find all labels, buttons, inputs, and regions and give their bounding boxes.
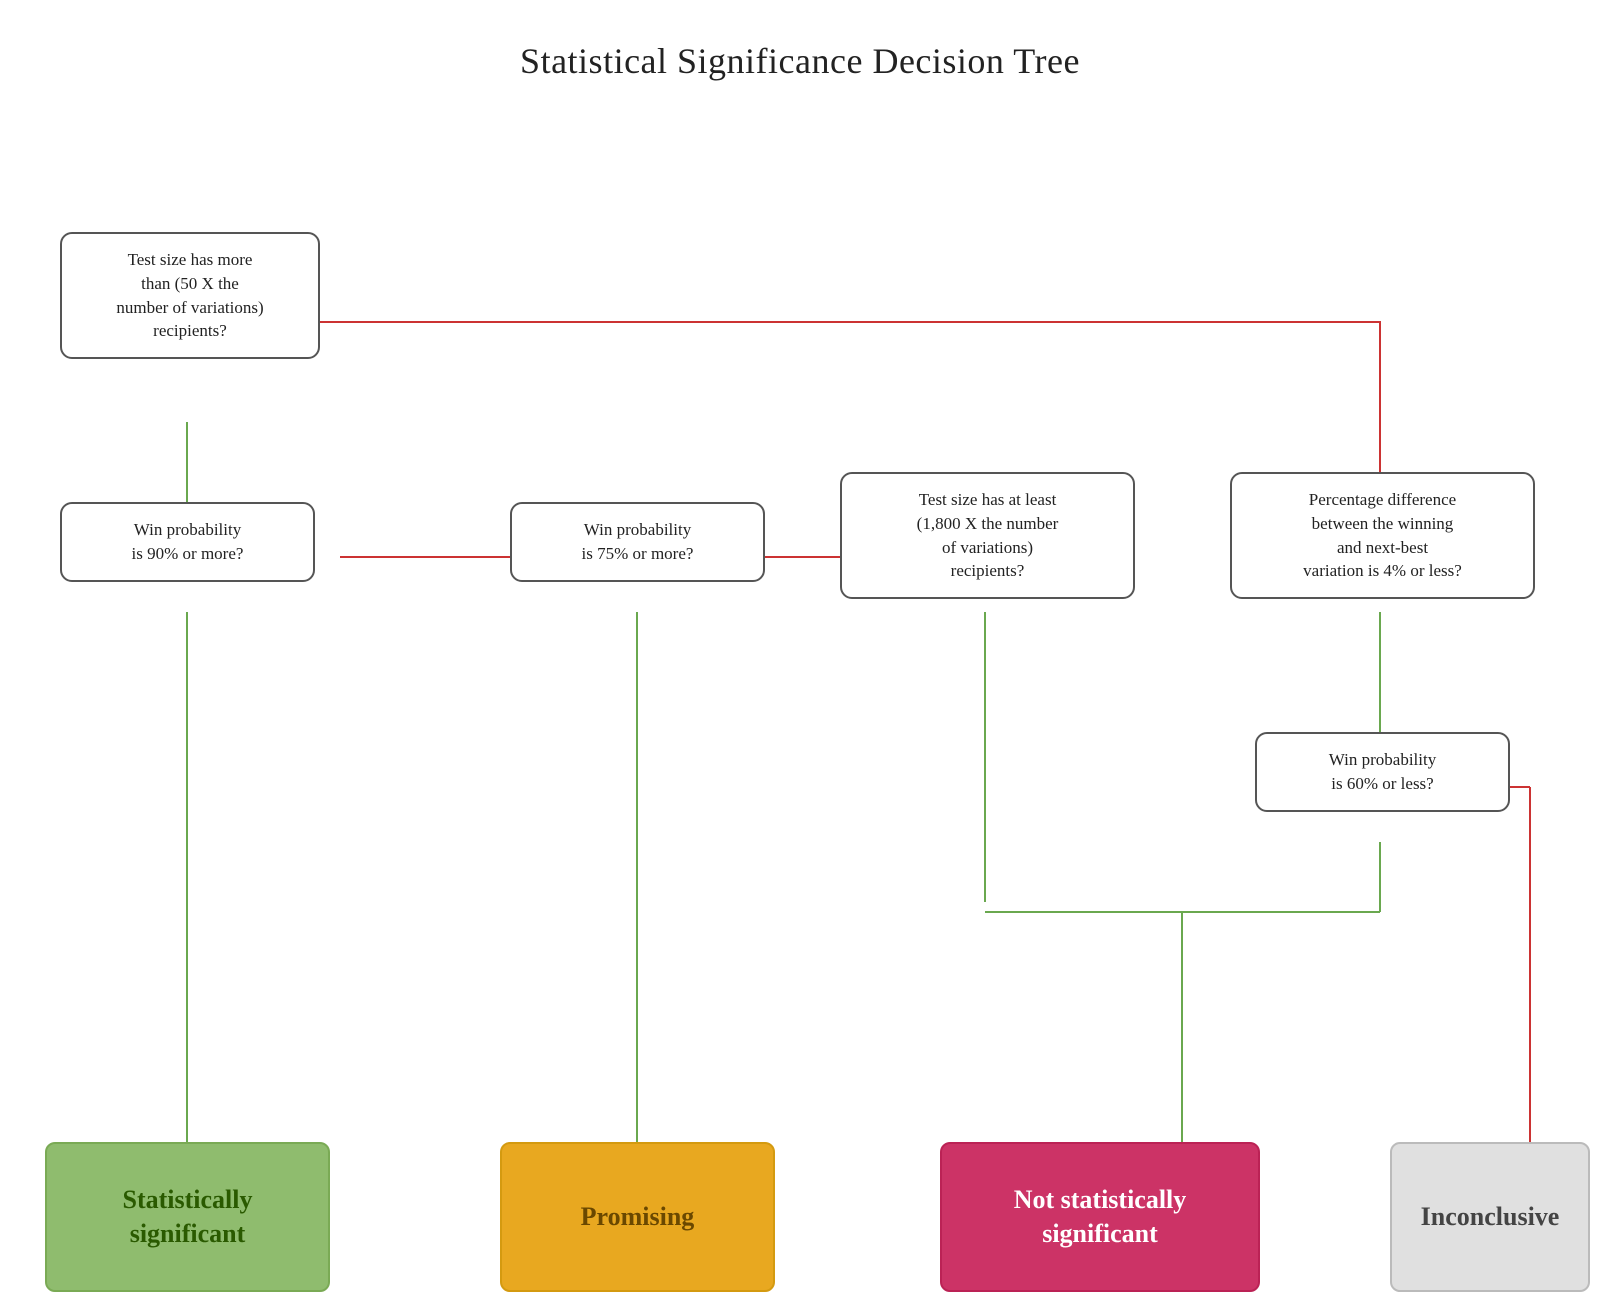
outcome-statistically-significant: Statisticallysignificant bbox=[45, 1142, 330, 1292]
node-win-prob-75: Win probabilityis 75% or more? bbox=[510, 502, 765, 582]
node-win-prob-60: Win probabilityis 60% or less? bbox=[1255, 732, 1510, 812]
outcome-promising: Promising bbox=[500, 1142, 775, 1292]
node-test-size-1800: Test size has at least(1,800 X the numbe… bbox=[840, 472, 1135, 599]
node-pct-diff: Percentage differencebetween the winning… bbox=[1230, 472, 1535, 599]
node-win-prob-90: Win probabilityis 90% or more? bbox=[60, 502, 315, 582]
node-test-size-50: Test size has morethan (50 X thenumber o… bbox=[60, 232, 320, 359]
outcome-inconclusive: Inconclusive bbox=[1390, 1142, 1590, 1292]
outcome-not-statistically-significant: Not statisticallysignificant bbox=[940, 1142, 1260, 1292]
page-title: Statistical Significance Decision Tree bbox=[0, 0, 1600, 82]
diagram-container: Test size has morethan (50 X thenumber o… bbox=[0, 102, 1600, 1302]
